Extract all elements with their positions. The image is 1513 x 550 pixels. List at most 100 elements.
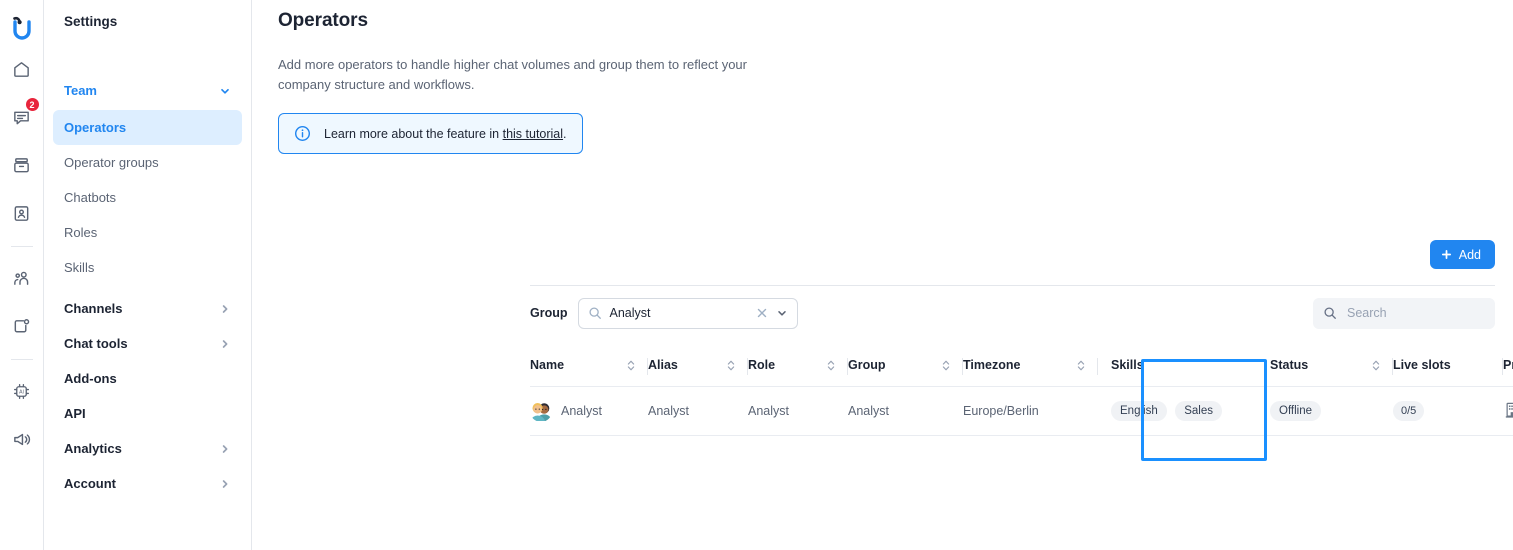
- office-building-icon: [1503, 401, 1513, 419]
- sidebar-item-analytics-label: Analytics: [64, 441, 122, 456]
- sidebar-item-chat-tools[interactable]: Chat tools: [53, 326, 242, 361]
- chevron-down-icon[interactable]: [776, 307, 788, 319]
- cell-status: Offline: [1270, 387, 1393, 436]
- brand-logo-icon[interactable]: [0, 4, 44, 52]
- cell-role: Analyst: [748, 404, 789, 418]
- table-search-box[interactable]: [1313, 297, 1510, 329]
- contacts-icon[interactable]: [5, 196, 39, 230]
- column-header-live-slots-label: Live slots: [1393, 358, 1451, 372]
- sidebar-item-skills-label: Skills: [64, 260, 95, 275]
- app-root: 2 AI Settings Team Operators Operator gr…: [0, 0, 1513, 550]
- cell-live-slots: 0/5: [1393, 387, 1503, 436]
- skill-badge: Sales: [1175, 401, 1222, 421]
- operators-table: Name Alias Role Group Timezone Skills St…: [530, 358, 1513, 436]
- column-header-timezone-label: Timezone: [963, 358, 1021, 372]
- add-operator-button-label: Add: [1458, 247, 1481, 262]
- column-header-role-label: Role: [748, 358, 776, 372]
- campaigns-icon[interactable]: [5, 422, 39, 456]
- group-filter-label: Group: [530, 306, 568, 320]
- sidebar-group-team[interactable]: Team: [53, 73, 242, 108]
- apps-icon[interactable]: [5, 309, 39, 343]
- cell-alias: Analyst: [648, 404, 689, 418]
- column-header-skills[interactable]: Skills: [1098, 358, 1270, 387]
- sidebar-item-api-label: API: [64, 406, 86, 421]
- page-title: Operators: [278, 10, 368, 31]
- skill-badge: English: [1111, 401, 1167, 421]
- info-banner-text: Learn more about the feature in this tut…: [324, 127, 567, 141]
- toolbar-divider: [530, 285, 1495, 286]
- group-filter-select[interactable]: Analyst: [577, 297, 798, 329]
- info-banner-text-before: Learn more about the feature in: [324, 126, 503, 141]
- ai-chip-icon[interactable]: AI: [5, 374, 39, 408]
- info-icon: [294, 125, 311, 142]
- column-header-status-label: Status: [1270, 358, 1309, 372]
- sort-icon[interactable]: [826, 359, 836, 372]
- chevron-right-icon: [219, 338, 231, 350]
- sidebar-title: Settings: [64, 14, 118, 29]
- live-slots-badge: 0/5: [1393, 401, 1425, 421]
- sidebar-item-account-label: Account: [64, 476, 116, 491]
- rail-divider: [10, 246, 33, 247]
- sidebar-item-operator-groups[interactable]: Operator groups: [53, 145, 242, 180]
- icon-rail: 2 AI: [0, 0, 44, 550]
- search-icon: [1323, 306, 1337, 320]
- sidebar-item-operator-groups-label: Operator groups: [64, 155, 159, 170]
- team-icon[interactable]: [5, 261, 39, 295]
- column-header-role[interactable]: Role: [748, 358, 848, 387]
- sort-icon[interactable]: [1371, 359, 1381, 372]
- info-banner: Learn more about the feature in this tut…: [278, 113, 583, 154]
- cell-skills: English Sales: [1098, 387, 1270, 436]
- column-header-timezone[interactable]: Timezone: [963, 358, 1098, 387]
- sidebar-item-channels-label: Channels: [64, 301, 123, 316]
- sidebar-item-api[interactable]: API: [53, 396, 242, 431]
- column-header-status[interactable]: Status: [1270, 358, 1393, 387]
- tutorial-link[interactable]: this tutorial: [503, 127, 563, 141]
- search-input[interactable]: [1345, 305, 1510, 321]
- settings-sidebar: Settings Team Operators Operator groups …: [44, 0, 252, 550]
- column-header-group[interactable]: Group: [848, 358, 963, 387]
- home-icon[interactable]: [5, 52, 39, 86]
- settings-nav: Team Operators Operator groups Chatbots …: [53, 73, 242, 501]
- sort-icon[interactable]: [626, 359, 636, 372]
- sidebar-item-chat-tools-label: Chat tools: [64, 336, 128, 351]
- search-icon: [588, 306, 602, 320]
- sidebar-item-channels[interactable]: Channels: [53, 291, 242, 326]
- column-header-name[interactable]: Name: [530, 358, 648, 387]
- cell-name: Analyst: [530, 387, 648, 436]
- rail-divider-2: [10, 359, 33, 360]
- sidebar-item-operators[interactable]: Operators: [53, 110, 242, 145]
- column-header-presence-label: Presence: [1503, 358, 1513, 372]
- sidebar-item-chatbots[interactable]: Chatbots: [53, 180, 242, 215]
- sidebar-item-add-ons[interactable]: Add-ons: [53, 361, 242, 396]
- svg-text:AI: AI: [19, 389, 24, 395]
- sort-icon[interactable]: [726, 359, 736, 372]
- main-content: Operators Add more operators to handle h…: [252, 0, 1513, 550]
- page-description: Add more operators to handle higher chat…: [278, 57, 747, 92]
- column-header-alias[interactable]: Alias: [648, 358, 748, 387]
- cell-group: Analyst: [848, 404, 889, 418]
- column-header-presence: Presence: [1503, 358, 1513, 387]
- clear-icon[interactable]: [756, 307, 768, 319]
- sort-icon[interactable]: [1076, 359, 1086, 372]
- chevron-right-icon: [219, 478, 231, 490]
- column-header-group-label: Group: [848, 358, 886, 372]
- chevron-down-icon: [219, 85, 231, 97]
- sidebar-item-add-ons-label: Add-ons: [64, 371, 117, 386]
- avatar: [530, 400, 552, 422]
- sidebar-item-analytics[interactable]: Analytics: [53, 431, 242, 466]
- status-badge: Offline: [1270, 401, 1322, 421]
- sidebar-item-skills[interactable]: Skills: [53, 250, 242, 285]
- sort-icon[interactable]: [941, 359, 951, 372]
- archives-icon[interactable]: [5, 148, 39, 182]
- sidebar-item-account[interactable]: Account: [53, 466, 242, 501]
- chevron-right-icon: [219, 303, 231, 315]
- cell-name-text: Analyst: [561, 404, 602, 418]
- add-operator-button[interactable]: Add: [1429, 240, 1495, 269]
- column-header-live-slots: Live slots: [1393, 358, 1503, 387]
- table-header-row: Name Alias Role Group Timezone Skills St…: [530, 358, 1513, 387]
- sidebar-item-roles-label: Roles: [64, 225, 98, 240]
- info-banner-text-after: .: [563, 126, 567, 141]
- table-row[interactable]: Analyst Analyst Analyst Analyst Europe/B…: [530, 386, 1513, 436]
- sidebar-item-roles[interactable]: Roles: [53, 215, 242, 250]
- chats-icon[interactable]: 2: [5, 97, 40, 134]
